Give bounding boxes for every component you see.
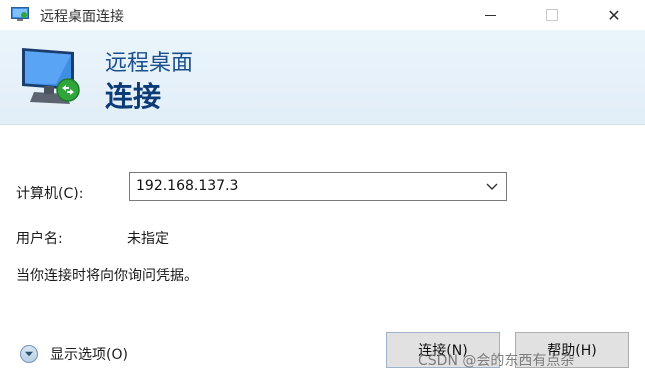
window-title: 远程桌面连接: [40, 9, 124, 25]
computer-label: 计算机(C):: [16, 186, 84, 202]
banner-title-line1: 远程桌面: [105, 51, 194, 76]
banner-title-line2: 连接: [105, 80, 162, 113]
header-banner: 远程桌面 连接: [0, 30, 645, 125]
remote-desktop-app-icon: [11, 7, 29, 21]
title-bar: 远程桌面连接 ✕: [0, 0, 645, 30]
expand-options-icon[interactable]: [20, 345, 38, 363]
credentials-hint: 当你连接时将向你询问凭据。: [16, 268, 198, 284]
remote-desktop-monitor-icon: [22, 48, 80, 104]
computer-input[interactable]: 192.168.137.3: [136, 178, 238, 194]
username-label: 用户名:: [16, 231, 63, 247]
maximize-button[interactable]: [529, 0, 575, 30]
username-value: 未指定: [127, 231, 169, 247]
computer-combobox[interactable]: 192.168.137.3: [129, 172, 507, 201]
close-icon: ✕: [607, 5, 621, 25]
minimize-icon: [484, 14, 496, 16]
show-options-label[interactable]: 显示选项(O): [50, 344, 128, 364]
chevron-down-icon[interactable]: [484, 178, 500, 194]
watermark: CSDN @会的东西有点杂: [418, 353, 575, 369]
show-options-toggle[interactable]: 显示选项(O): [20, 344, 128, 364]
minimize-button[interactable]: [467, 0, 513, 30]
maximize-icon: [546, 9, 558, 21]
close-button[interactable]: ✕: [591, 0, 637, 30]
